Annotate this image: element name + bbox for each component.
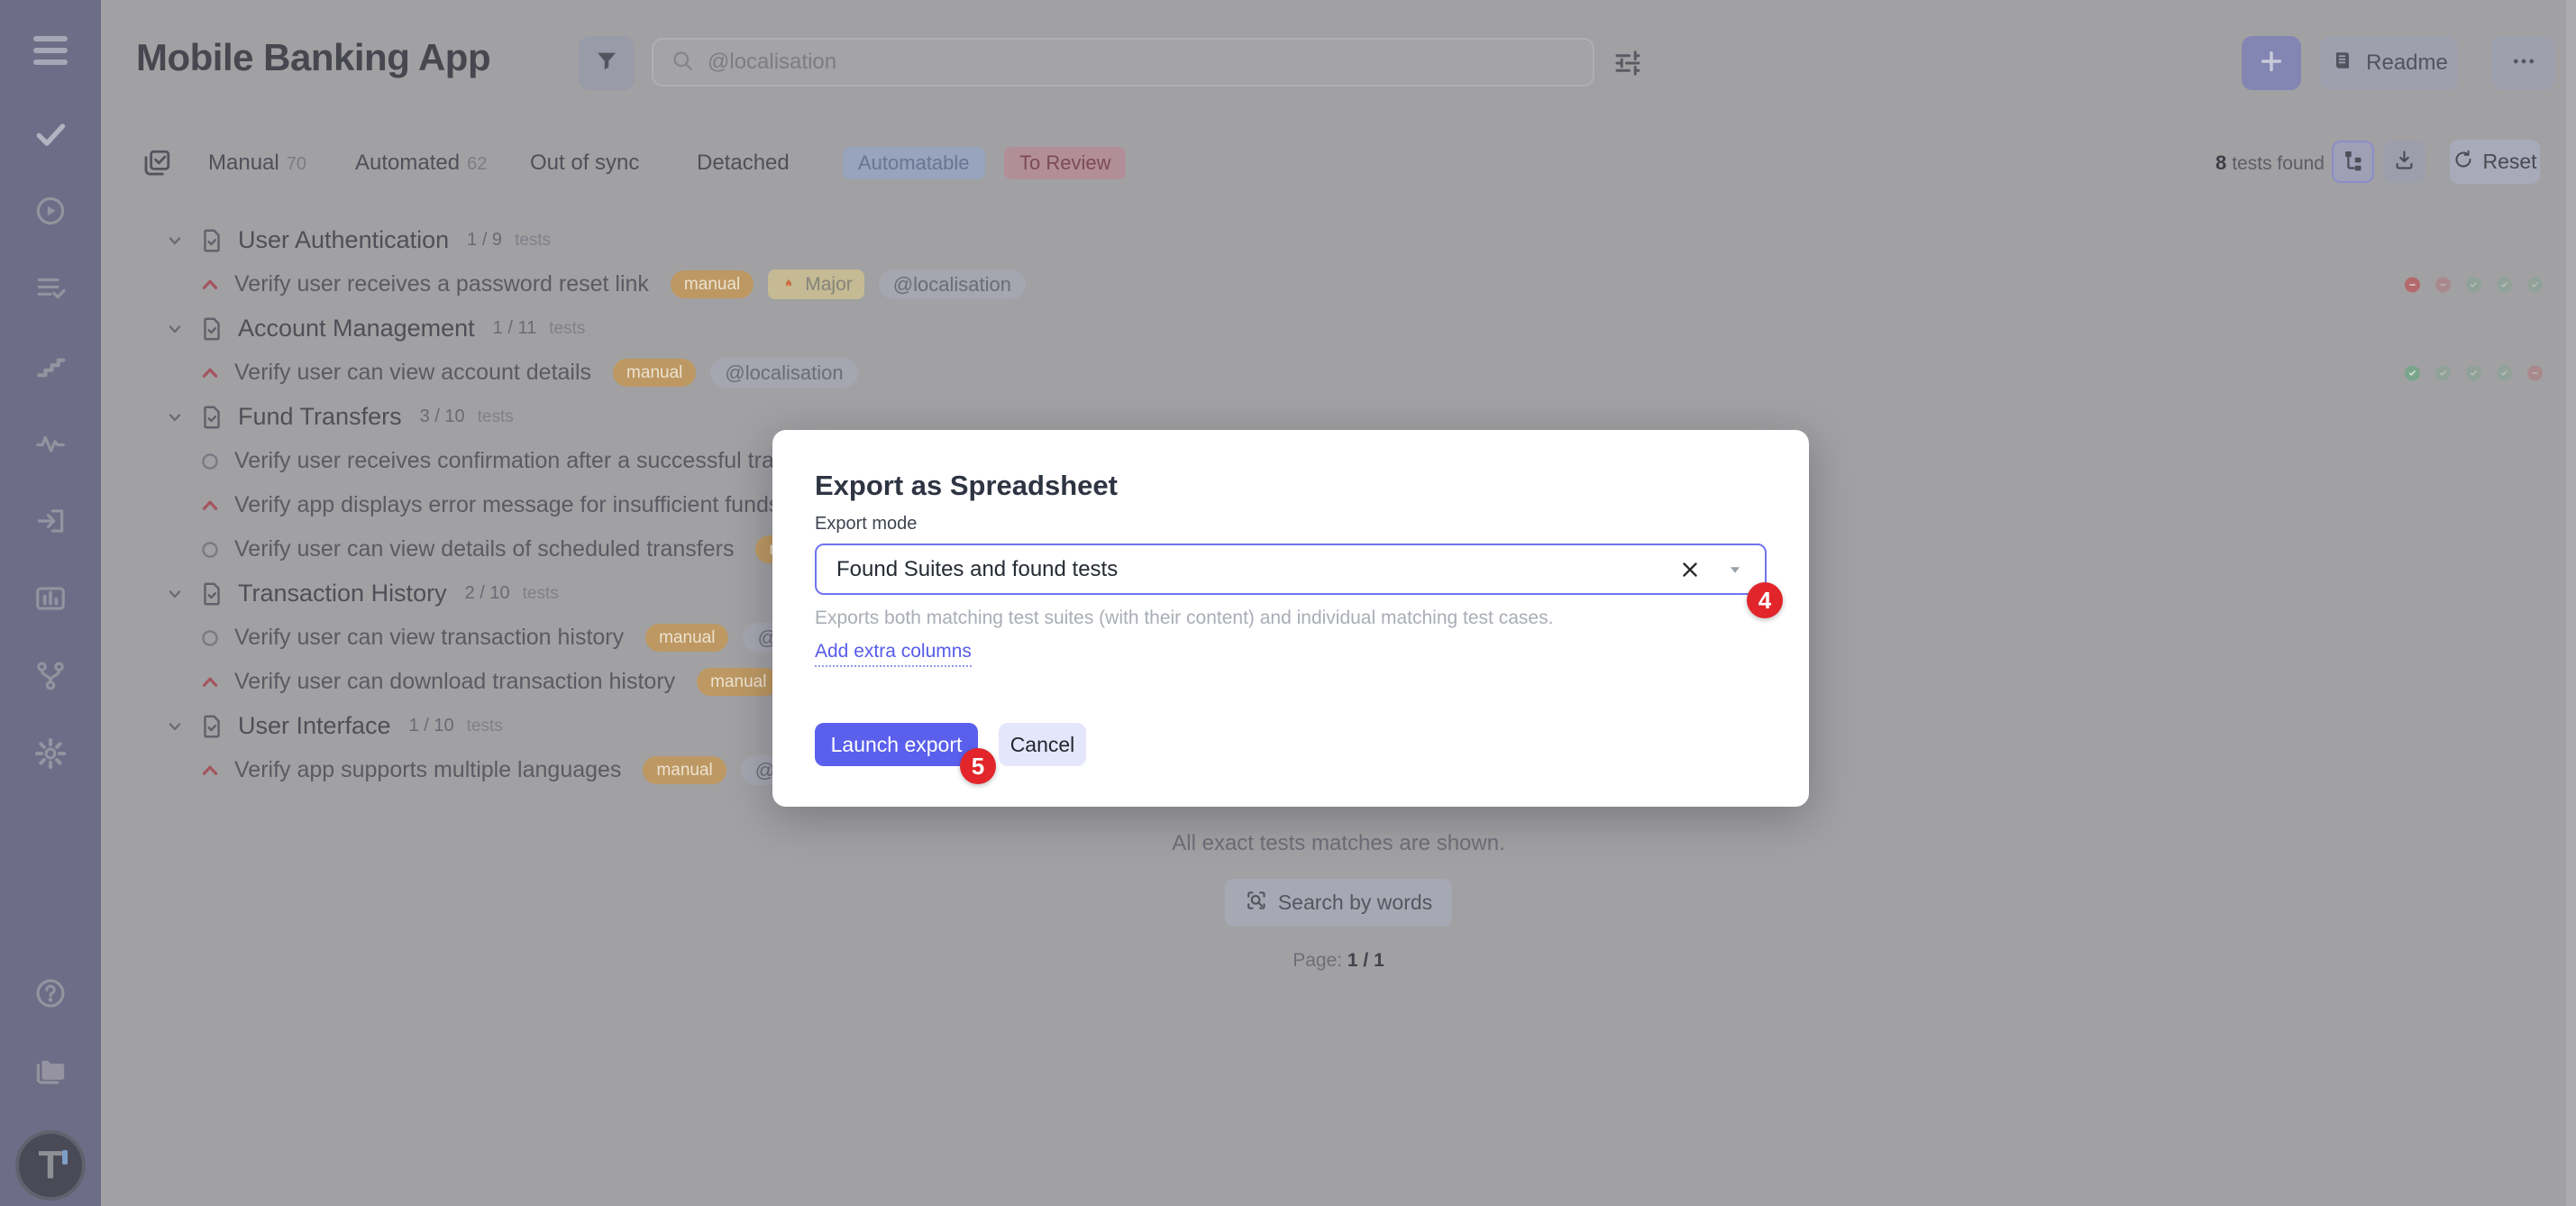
export-modal: Export as Spreadsheet Export mode Found …	[772, 430, 1809, 807]
export-mode-label: Export mode	[815, 514, 917, 534]
modal-title: Export as Spreadsheet	[815, 470, 1767, 502]
launch-export-button[interactable]: Launch export	[815, 723, 978, 766]
cancel-button[interactable]: Cancel	[999, 723, 1086, 766]
export-mode-select[interactable]: Found Suites and found tests	[815, 544, 1767, 595]
annotation-step-4: 4	[1747, 582, 1783, 618]
export-mode-description: Exports both matching test suites (with …	[815, 608, 1553, 629]
chevron-down-icon[interactable]	[1725, 560, 1745, 580]
clear-icon[interactable]	[1678, 558, 1702, 581]
select-value: Found Suites and found tests	[836, 557, 1678, 582]
annotation-step-5: 5	[960, 748, 996, 784]
add-extra-columns-link[interactable]: Add extra columns	[815, 641, 972, 667]
